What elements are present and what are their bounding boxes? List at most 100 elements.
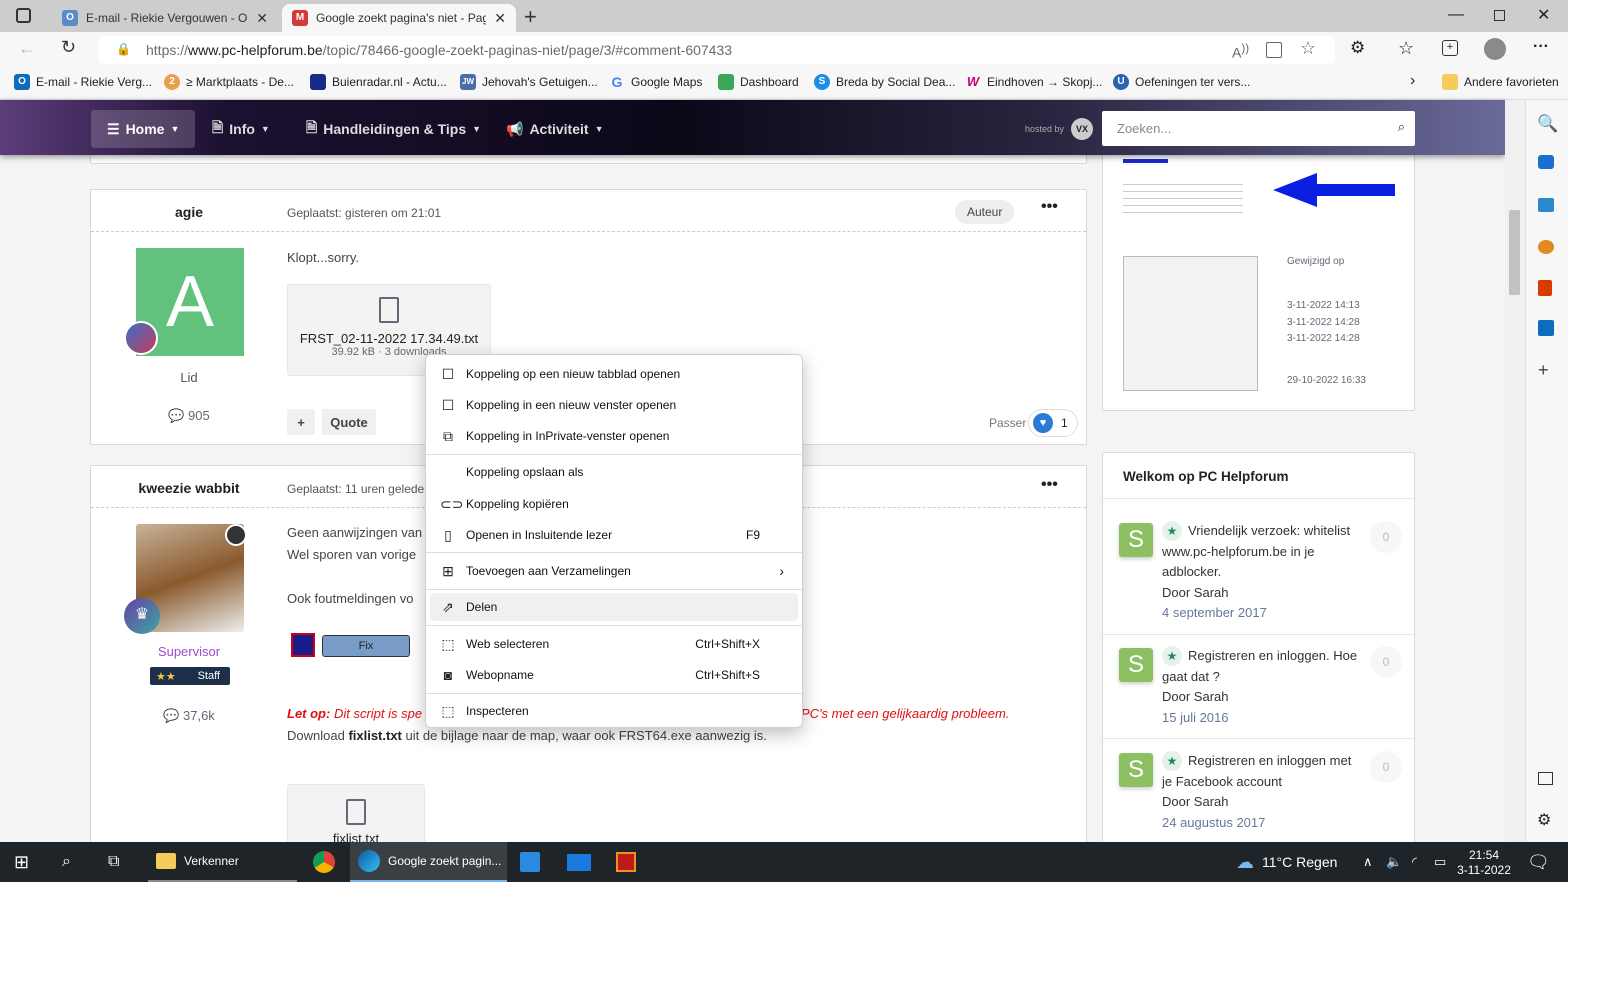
nav-handleidingen[interactable]: 🗎 Handleidingen & Tips ▼ — [290, 110, 497, 148]
profile-avatar[interactable] — [1484, 38, 1506, 60]
menu-item-add-to-collections[interactable]: ⊞ Toevoegen aan Verzamelingen › — [430, 557, 798, 585]
menu-item-immersive-reader[interactable]: ▯ Openen in Insluitende lezer F9 — [430, 521, 798, 549]
task-view-icon[interactable]: ⧉ — [108, 842, 119, 882]
topic-item[interactable]: ★ Registreren en inloggen. Hoe gaat dat ?… — [1162, 646, 1362, 728]
add-sidebar-icon[interactable]: + — [1538, 360, 1549, 381]
menu-item-open-new-window[interactable]: ☐ Koppeling in een nieuw venster openen — [430, 391, 798, 419]
menu-item-open-inprivate[interactable]: ⧉ Koppeling in InPrivate-venster openen — [430, 422, 798, 450]
show-hidden-icons[interactable]: ∧ — [1363, 842, 1373, 882]
tab-google-zoekt[interactable]: M Google zoekt pagina's niet - Pag ✕ — [282, 4, 516, 32]
menu-item-open-new-tab[interactable]: ☐ Koppeling op een nieuw tabblad openen — [430, 360, 798, 388]
refresh-button[interactable]: ↻ — [61, 37, 76, 58]
stars-icon: ★★ — [156, 670, 176, 683]
favorite-item[interactable]: O E-mail - Riekie Verg... — [14, 74, 152, 90]
other-favorites-folder[interactable]: Andere favorieten — [1442, 74, 1559, 90]
hide-sidebar-icon[interactable] — [1538, 772, 1553, 785]
web-capture-icon: ◙ — [443, 667, 453, 683]
post-options-icon[interactable]: ••• — [1041, 476, 1058, 494]
restore-button[interactable] — [1494, 10, 1505, 21]
back-button[interactable]: ← — [18, 38, 36, 59]
battery-icon[interactable]: ▭ — [1434, 842, 1446, 882]
menu-separator — [426, 693, 802, 694]
collections-icon[interactable]: + — [1442, 40, 1458, 56]
post-options-icon[interactable]: ••• — [1041, 198, 1058, 216]
menu-item-web-select[interactable]: ⬚ Web selecteren Ctrl+Shift+X — [430, 630, 798, 658]
sidebar-settings-icon[interactable]: ⚙ — [1537, 810, 1551, 830]
taskbar-explorer[interactable]: Verkenner — [148, 842, 297, 882]
blue-arrow-shaft — [1315, 184, 1395, 196]
scrollbar[interactable] — [1505, 100, 1525, 842]
socialdeal-icon: S — [814, 74, 830, 90]
favorites-icon[interactable]: ☆ — [1398, 38, 1414, 59]
tab-email[interactable]: O E-mail - Riekie Vergouwen - Outl ✕ — [52, 4, 278, 32]
favorite-item[interactable]: W Eindhoven → Skopj... — [965, 74, 1103, 90]
search-input[interactable]: Zoeken... ⌕ — [1102, 111, 1415, 146]
menu-item-copy-link[interactable]: ⊂⊃ Koppeling kopiëren — [430, 490, 798, 518]
close-tab-icon[interactable]: ✕ — [494, 10, 506, 27]
favorite-item[interactable]: S Breda by Social Dea... — [814, 74, 955, 90]
topic-item[interactable]: ★ Vriendelijk verzoek: whitelist www.pc-h… — [1162, 521, 1362, 624]
games-icon[interactable] — [1538, 240, 1554, 254]
close-window-button[interactable]: ✕ — [1537, 5, 1550, 25]
taskbar-edge[interactable]: Google zoekt pagin... — [350, 842, 507, 882]
read-aloud-icon[interactable]: A)) — [1232, 42, 1249, 61]
favorite-item[interactable]: 2 ≥ Marktplaats - De... — [164, 74, 294, 90]
address-bar[interactable]: 🔒 https://www.pc-helpforum.be/topic/7846… — [98, 36, 1335, 64]
menu-item-save-link[interactable]: Koppeling opslaan als — [430, 458, 798, 486]
scrollbar-thumb[interactable] — [1509, 210, 1520, 295]
search-taskbar-icon[interactable]: ⌕ — [62, 842, 71, 882]
tools-icon[interactable] — [1538, 198, 1554, 212]
office-icon[interactable] — [1538, 280, 1552, 296]
avatar[interactable]: S — [1119, 753, 1153, 787]
multiquote-button[interactable]: + — [287, 409, 315, 435]
minimize-button[interactable]: — — [1448, 6, 1464, 24]
immersive-reader-icon[interactable] — [1266, 42, 1282, 58]
notifications-icon[interactable]: 🗨 — [1527, 842, 1550, 882]
search-sidebar-icon[interactable]: 🔍 — [1537, 114, 1558, 134]
warning-text: Let op: Dit script is spe — [287, 706, 423, 721]
start-button[interactable]: ⊞ — [14, 842, 29, 882]
post-author[interactable]: kweezie wabbit — [91, 480, 287, 496]
menu-item-share[interactable]: ⇗ Delen — [430, 593, 798, 621]
avatar[interactable]: S — [1119, 523, 1153, 557]
favorite-item[interactable]: JW Jehovah's Getuigen... — [460, 74, 598, 90]
tab-actions-icon[interactable] — [16, 8, 31, 23]
reaction-user[interactable]: Passer — [989, 416, 1026, 430]
weather-widget[interactable]: ☁ 11°C Regen — [1236, 842, 1337, 882]
topic-item[interactable]: ★ Registreren en inloggen met je Facebook… — [1162, 751, 1362, 833]
reaction-button[interactable]: ♥ 1 — [1028, 409, 1078, 437]
volume-icon[interactable]: 🔈 — [1386, 842, 1402, 882]
avatar[interactable]: S — [1119, 648, 1153, 682]
favorite-item[interactable]: G Google Maps — [609, 74, 703, 90]
network-icon[interactable]: ◜ — [1412, 842, 1417, 882]
favorite-item[interactable]: Dashboard — [718, 74, 799, 90]
divider — [1103, 738, 1414, 739]
search-icon[interactable]: ⌕ — [1398, 119, 1405, 135]
nav-info[interactable]: 🗎 Info ▼ — [196, 110, 286, 148]
add-favorite-icon[interactable]: ☆ — [1300, 38, 1316, 59]
favorite-item[interactable]: U Oefeningen ter vers... — [1113, 74, 1250, 90]
menu-item-inspect[interactable]: ⬚ Inspecteren — [430, 697, 798, 725]
post-author[interactable]: agie — [91, 204, 287, 220]
close-tab-icon[interactable]: ✕ — [256, 10, 268, 27]
megaphone-icon: 📢 — [506, 120, 524, 137]
vx-logo[interactable]: VX — [1071, 118, 1093, 140]
quote-button[interactable]: Quote — [322, 409, 376, 435]
more-menu-icon[interactable]: ··· — [1533, 38, 1549, 56]
nav-activiteit[interactable]: 📢 Activiteit ▼ — [490, 110, 619, 148]
caret-down-icon: ▼ — [260, 124, 270, 134]
filezilla-icon[interactable] — [616, 842, 636, 882]
nav-home[interactable]: ☰ Home ▼ — [91, 110, 196, 148]
favorite-item[interactable]: Buienradar.nl - Actu... — [310, 74, 447, 90]
chrome-icon[interactable] — [313, 842, 335, 882]
outlook-sidebar-icon[interactable] — [1538, 320, 1554, 336]
clock[interactable]: 21:54 3-11-2022 — [1456, 842, 1512, 882]
extensions-icon[interactable]: ⚙ — [1350, 38, 1365, 58]
outlook-icon: O — [62, 10, 78, 26]
shopping-icon[interactable] — [1538, 155, 1554, 169]
menu-item-web-capture[interactable]: ◙ Webopname Ctrl+Shift+S — [430, 661, 798, 689]
mail-icon[interactable] — [567, 842, 591, 882]
favorites-overflow-chevron[interactable]: › — [1410, 72, 1415, 90]
store-icon[interactable] — [520, 842, 540, 882]
new-tab-button[interactable]: + — [524, 4, 537, 30]
